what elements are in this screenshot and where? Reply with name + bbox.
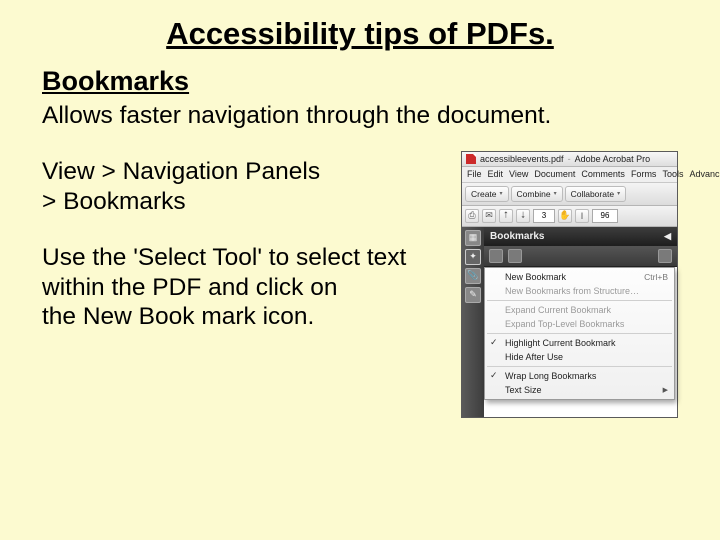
menu-forms[interactable]: Forms xyxy=(631,169,657,179)
acrobat-window: accessibleevents.pdf - Adobe Acrobat Pro… xyxy=(461,151,678,418)
panel-header: Bookmarks ◀ xyxy=(484,227,677,246)
chevron-down-icon: ▾ xyxy=(617,190,620,197)
menu-expand-top-level[interactable]: Expand Top-Level Bookmarks xyxy=(485,317,674,331)
delete-bookmark-icon[interactable] xyxy=(508,249,522,263)
chevron-down-icon: ▾ xyxy=(500,190,503,197)
navigation-path: View > Navigation Panels > Bookmarks xyxy=(42,157,455,217)
menu-separator xyxy=(487,366,672,367)
signatures-panel-icon[interactable]: ✎ xyxy=(465,287,481,303)
bookmarks-panel-icon[interactable]: ✦ xyxy=(465,249,481,265)
panel-toolbar xyxy=(484,246,677,267)
navigation-strip: ▦ ✦ 📎 ✎ xyxy=(462,227,484,417)
menu-highlight-current[interactable]: ✓ Highlight Current Bookmark xyxy=(485,336,674,350)
shortcut-label: Ctrl+B xyxy=(634,272,668,282)
menu-file[interactable]: File xyxy=(467,169,482,179)
menu-expand-current[interactable]: Expand Current Bookmark xyxy=(485,303,674,317)
submenu-caret-icon: ▶ xyxy=(663,386,668,394)
page-up-icon[interactable]: ⭡ xyxy=(499,209,513,223)
pages-panel-icon[interactable]: ▦ xyxy=(465,230,481,246)
chevron-down-icon: ▾ xyxy=(554,190,557,197)
page-number-input[interactable] xyxy=(533,209,555,223)
menu-separator xyxy=(487,333,672,334)
menu-comments[interactable]: Comments xyxy=(581,169,625,179)
panel-title: Bookmarks xyxy=(490,231,544,242)
menu-view[interactable]: View xyxy=(509,169,528,179)
titlebar-separator: - xyxy=(568,154,571,164)
menu-document[interactable]: Document xyxy=(534,169,575,179)
panel-collapse-icon[interactable]: ◀ xyxy=(664,231,671,242)
menu-bookmarks-from-structure[interactable]: New Bookmarks from Structure… xyxy=(485,284,674,298)
select-tool-icon[interactable]: I xyxy=(575,209,589,223)
hand-tool-icon[interactable]: ✋ xyxy=(558,209,572,223)
acrobat-titlebar: accessibleevents.pdf - Adobe Acrobat Pro xyxy=(462,152,677,167)
print-icon[interactable]: ⎙ xyxy=(465,209,479,223)
acrobat-toolbar-2: ⎙ ✉ ⭡ ⭣ ✋ I xyxy=(462,206,677,227)
slide-subheading: Bookmarks xyxy=(42,66,678,97)
menu-tools[interactable]: Tools xyxy=(662,169,683,179)
new-bookmark-icon[interactable] xyxy=(489,249,503,263)
check-icon: ✓ xyxy=(490,370,498,381)
instruction-text: Use the 'Select Tool' to select text wit… xyxy=(42,243,455,333)
bookmark-options-menu: New Bookmark Ctrl+B New Bookmarks from S… xyxy=(484,267,675,400)
intro-text: Allows faster navigation through the doc… xyxy=(42,101,678,131)
pdf-file-icon xyxy=(466,154,476,164)
acrobat-filename: accessibleevents.pdf xyxy=(480,154,564,164)
acrobat-menubar: File Edit View Document Comments Forms T… xyxy=(462,167,677,183)
collaborate-button[interactable]: Collaborate▾ xyxy=(565,186,627,202)
page-down-icon[interactable]: ⭣ xyxy=(516,209,530,223)
mail-icon[interactable]: ✉ xyxy=(482,209,496,223)
menu-new-bookmark[interactable]: New Bookmark Ctrl+B xyxy=(485,270,674,284)
menu-edit[interactable]: Edit xyxy=(488,169,504,179)
panel-options-icon[interactable] xyxy=(658,249,672,263)
attachments-panel-icon[interactable]: 📎 xyxy=(465,268,481,284)
menu-text-size[interactable]: Text Size ▶ xyxy=(485,383,674,397)
menu-separator xyxy=(487,300,672,301)
slide-title: Accessibility tips of PDFs. xyxy=(42,16,678,52)
create-button[interactable]: Create▾ xyxy=(465,186,509,202)
menu-hide-after-use[interactable]: Hide After Use xyxy=(485,350,674,364)
check-icon: ✓ xyxy=(490,337,498,348)
acrobat-appname: Adobe Acrobat Pro xyxy=(575,154,651,164)
zoom-input[interactable] xyxy=(592,209,618,223)
acrobat-toolbar: Create▾ Combine▾ Collaborate▾ xyxy=(462,183,677,206)
menu-advanced[interactable]: Advanc xyxy=(689,169,719,179)
combine-button[interactable]: Combine▾ xyxy=(511,186,563,202)
menu-wrap-long-bookmarks[interactable]: ✓ Wrap Long Bookmarks xyxy=(485,369,674,383)
